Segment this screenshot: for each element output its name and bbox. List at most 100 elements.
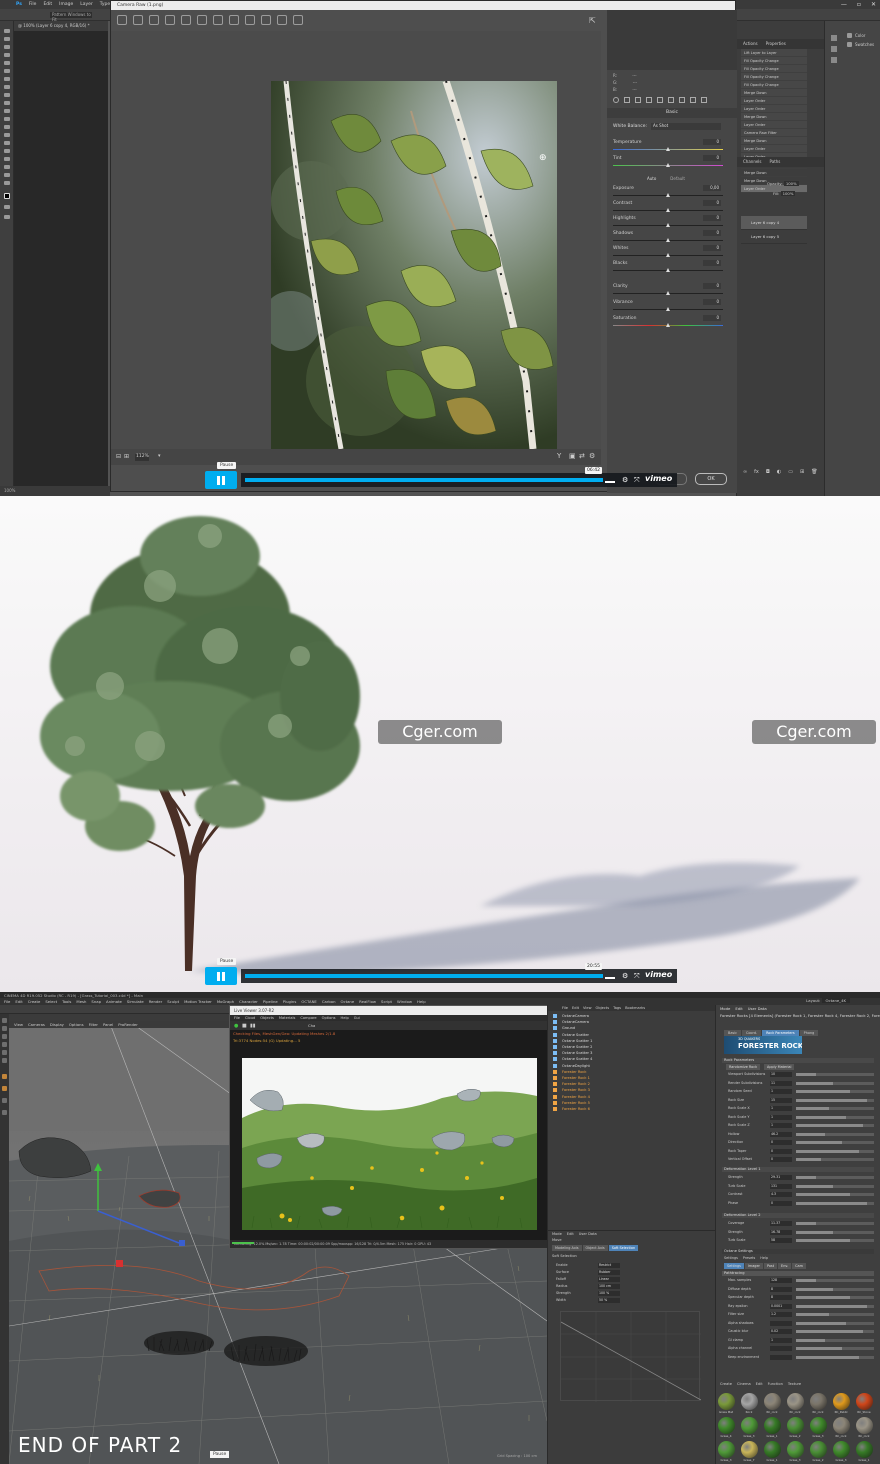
- attribute-slider[interactable]: [796, 1124, 874, 1127]
- auto-link[interactable]: Auto: [647, 176, 656, 181]
- vimeo-logo[interactable]: vimeo: [645, 970, 672, 979]
- material-menu-create[interactable]: Create: [720, 1382, 732, 1388]
- hand-tool-icon[interactable]: [133, 15, 143, 25]
- layer-row[interactable]: Layer 6 copy 5: [741, 230, 807, 244]
- presets-icon[interactable]: [701, 97, 707, 103]
- live-viewer-menu-cloud[interactable]: Cloud: [245, 1016, 255, 1020]
- object-row[interactable]: Octane Scatter 4: [553, 1057, 592, 1062]
- object-row[interactable]: Forester Rock 4: [553, 1094, 590, 1099]
- live-viewer-menu-file[interactable]: File: [234, 1016, 240, 1020]
- slider-value[interactable]: 0: [703, 299, 721, 305]
- attribute-slider[interactable]: [796, 1355, 874, 1359]
- zoom-level[interactable]: 112%: [135, 454, 149, 461]
- opacity-value[interactable]: 100%: [783, 181, 799, 186]
- octane-menu-presets[interactable]: Presets: [743, 1256, 755, 1260]
- attribute-slider[interactable]: [796, 1193, 874, 1196]
- viewport-menu-filter[interactable]: Filter: [89, 1022, 98, 1027]
- octane-tab-settings[interactable]: Settings: [724, 1263, 744, 1269]
- history-item[interactable]: Layer Order: [741, 97, 807, 105]
- render-start-icon[interactable]: ●: [234, 1023, 238, 1029]
- foreground-color-icon[interactable]: [4, 193, 10, 199]
- history-panel-icon[interactable]: [831, 35, 837, 41]
- material-preview[interactable]: [810, 1393, 827, 1410]
- attribute-field[interactable]: 0: [770, 1148, 792, 1154]
- lens-icon[interactable]: [668, 97, 674, 103]
- attr-menu-user-data[interactable]: User Data: [748, 1006, 767, 1011]
- render-pause-icon[interactable]: ▮▮: [250, 1023, 256, 1029]
- attribute-slider[interactable]: [796, 1222, 874, 1225]
- texture-mode-icon[interactable]: [2, 1050, 7, 1055]
- tab-channels[interactable]: Channels: [743, 159, 762, 165]
- fullscreen-icon[interactable]: ⤧: [634, 476, 640, 485]
- slider-value[interactable]: 0: [703, 215, 721, 221]
- history-item[interactable]: Merge Down: [741, 89, 807, 97]
- object-row[interactable]: Octane Scatter 2: [553, 1045, 592, 1049]
- material-menu-cinema[interactable]: Cinema: [737, 1382, 751, 1388]
- om-menu-view[interactable]: View: [583, 1006, 592, 1010]
- attribute-field[interactable]: 11: [770, 1080, 792, 1086]
- history-item[interactable]: Layer Order: [741, 105, 807, 113]
- tab-object-axis[interactable]: Object Axis: [582, 1245, 608, 1251]
- material-preview[interactable]: [718, 1393, 735, 1410]
- attribute-field[interactable]: 1: [770, 1337, 792, 1343]
- attribute-slider[interactable]: [796, 1321, 874, 1325]
- attribute-field[interactable]: 0: [770, 1140, 792, 1145]
- material-menu-function[interactable]: Function: [768, 1382, 783, 1388]
- white-balance-select[interactable]: As Shot: [651, 123, 721, 130]
- attribute-slider[interactable]: [796, 1158, 874, 1161]
- polygons-mode-icon[interactable]: [2, 1034, 7, 1039]
- slider-knob[interactable]: [666, 163, 670, 167]
- tab-properties[interactable]: Properties: [766, 41, 786, 47]
- live-viewer-menu-compare[interactable]: Compare: [300, 1016, 316, 1020]
- slider-knob[interactable]: [666, 223, 670, 227]
- export-icon[interactable]: ⇱: [589, 16, 596, 25]
- slider-knob[interactable]: [666, 147, 670, 151]
- viewport-menu-display[interactable]: Display: [50, 1022, 64, 1027]
- fullscreen-icon[interactable]: ⤧: [634, 972, 640, 981]
- material-menu-texture[interactable]: Texture: [788, 1382, 801, 1388]
- attribute-slider[interactable]: [796, 1141, 874, 1144]
- eyedropper-icon[interactable]: [4, 69, 10, 73]
- c4d-menu-edit[interactable]: Edit: [15, 999, 22, 1004]
- hand-tool-icon[interactable]: [4, 173, 10, 177]
- attribute-slider[interactable]: [796, 1115, 874, 1119]
- hsl-icon[interactable]: [646, 97, 652, 103]
- progress-track[interactable]: [245, 478, 603, 482]
- c4d-menu-carbon[interactable]: Carbon: [322, 999, 336, 1004]
- c4d-menu-mograph[interactable]: MoGraph: [217, 999, 234, 1004]
- c4d-menu-sculpt[interactable]: Sculpt: [167, 999, 179, 1004]
- attribute-slider[interactable]: [796, 1073, 874, 1076]
- attribute-field[interactable]: 11.37: [770, 1221, 792, 1226]
- c4d-menu-snap[interactable]: Snap: [91, 999, 101, 1004]
- row-field[interactable]: 100 %: [598, 1291, 620, 1296]
- material-preview[interactable]: [810, 1441, 827, 1458]
- preview-toggle-icon[interactable]: Y: [557, 452, 561, 460]
- attribute-field[interactable]: 0.0001: [770, 1303, 792, 1309]
- vimeo-logo[interactable]: vimeo: [645, 474, 672, 483]
- material-preview[interactable]: [856, 1417, 873, 1434]
- slider-knob[interactable]: [666, 268, 670, 272]
- dodge-icon[interactable]: [4, 133, 10, 137]
- attribute-slider[interactable]: [796, 1279, 874, 1282]
- axis-mode-icon[interactable]: [2, 1058, 7, 1063]
- tab-paths[interactable]: Paths: [770, 159, 781, 165]
- pause-button[interactable]: [205, 471, 237, 489]
- attribute-slider[interactable]: [796, 1184, 874, 1188]
- menu-file[interactable]: File: [29, 2, 37, 7]
- document-tab[interactable]: @ 100% (Layer 6 copy 4, RGB/16) *: [14, 21, 108, 31]
- blur-icon[interactable]: [4, 125, 10, 129]
- graduated-filter-icon[interactable]: [277, 15, 287, 25]
- history-brush-icon[interactable]: [4, 101, 10, 105]
- volume-icon[interactable]: [605, 974, 615, 979]
- tool-menu-mode[interactable]: Mode: [552, 1232, 562, 1236]
- slider-value[interactable]: 0: [703, 200, 721, 206]
- object-row[interactable]: Forester Rock 1: [553, 1076, 590, 1080]
- live-viewer-menu-materials[interactable]: Materials: [279, 1016, 295, 1020]
- tool-menu-user-data[interactable]: User Data: [579, 1232, 597, 1236]
- model-mode-icon[interactable]: [2, 1042, 7, 1047]
- c4d-menu-character[interactable]: Character: [239, 999, 258, 1004]
- material-preview[interactable]: [787, 1441, 804, 1458]
- c4d-menu-pipeline[interactable]: Pipeline: [263, 999, 278, 1004]
- tone-curve-icon[interactable]: [624, 97, 630, 103]
- viewport-menu-panel[interactable]: Panel: [103, 1022, 113, 1027]
